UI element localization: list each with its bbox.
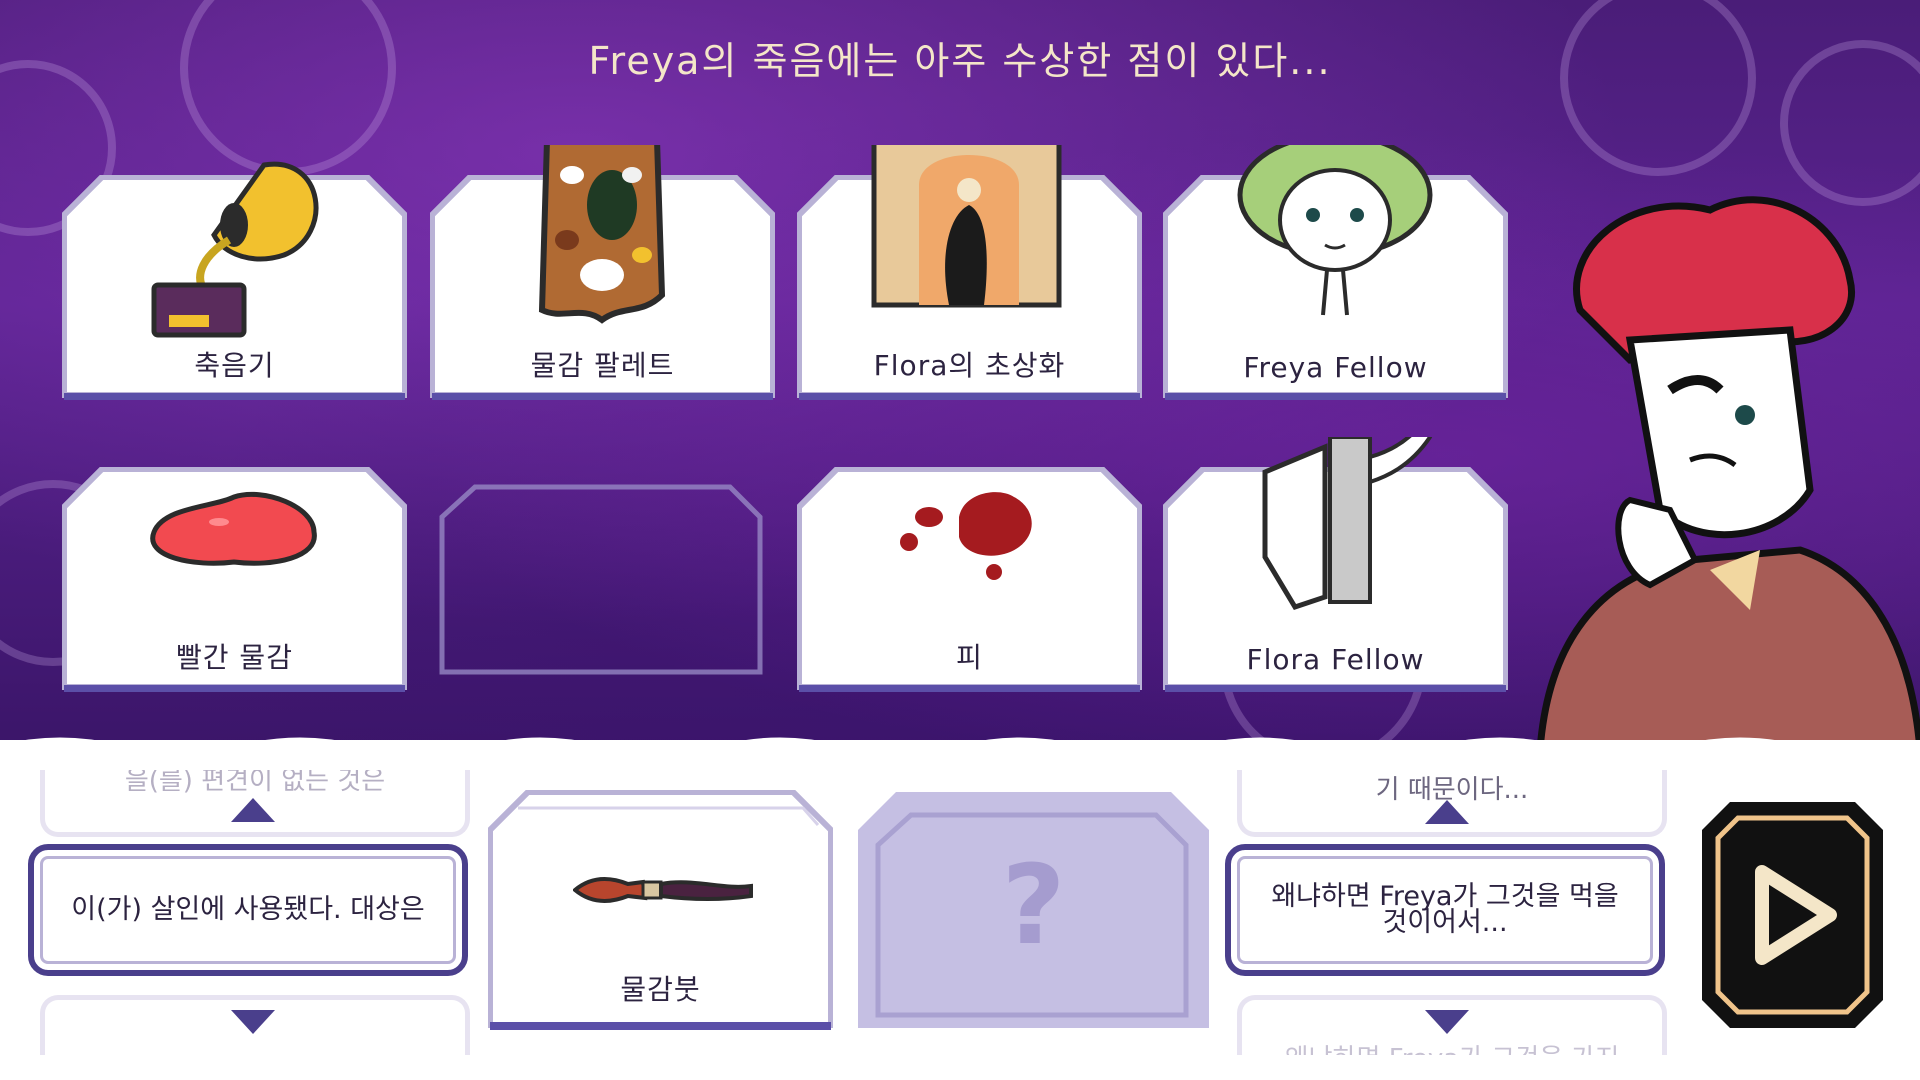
- freya-portrait-icon: [1237, 145, 1433, 316]
- evidence-card-label: Flora의 초상화: [873, 349, 1066, 382]
- evidence-card-red-paint[interactable]: 빨간 물감: [62, 467, 407, 692]
- evidence-card-label: Freya Fellow: [1243, 351, 1428, 384]
- evidence-card-empty-slot: [430, 467, 775, 692]
- submit-deduction-button[interactable]: [1700, 800, 1885, 1030]
- phrase-option-current[interactable]: 왜냐하면 Freya가 그것을 먹을 것이어서...: [1225, 844, 1665, 976]
- deduction-item-slot[interactable]: 물감붓: [488, 790, 833, 1030]
- flora-portrait-icon: [1262, 437, 1433, 611]
- scroll-down-arrow-icon[interactable]: [1425, 1010, 1469, 1034]
- evidence-card-label: 피: [956, 641, 983, 674]
- evidence-card-blood[interactable]: 피: [797, 467, 1142, 692]
- gramophone-icon: [151, 161, 319, 338]
- scroll-up-arrow-icon[interactable]: [1425, 800, 1469, 824]
- page-title: Freya의 죽음에는 아주 수상한 점이 있다...: [588, 39, 1332, 83]
- deduction-item-label: 물감붓: [620, 973, 701, 1006]
- detective-character: [1536, 196, 1920, 750]
- empty-deduction-slot[interactable]: ?: [856, 790, 1211, 1030]
- phrase-slot-4: 기 때문이다... 왜냐하면 Freya가 그것을 먹을 것이어서... 왜냐하…: [1225, 770, 1670, 1055]
- evidence-card-freya-fellow[interactable]: Freya Fellow: [1163, 145, 1508, 400]
- paintbrush-icon: [573, 877, 753, 903]
- blood-drops-icon: [900, 492, 1032, 580]
- play-icon: [1755, 865, 1837, 965]
- red-paint-puddle-icon: [150, 491, 317, 566]
- phrase-option-current[interactable]: 이(가) 살인에 사용됐다. 대상은: [28, 844, 468, 976]
- paint-palette-icon: [538, 145, 666, 324]
- phrase-slot-1: 을(를) 편견이 없는 것은 이(가) 살인에 사용됐다. 대상은: [28, 770, 473, 1055]
- evidence-card-label: 축음기: [194, 349, 275, 382]
- gear-decoration: [1560, 0, 1756, 176]
- portrait-painting-icon: [871, 145, 1062, 308]
- evidence-card-flora-portrait[interactable]: Flora의 초상화: [797, 145, 1142, 400]
- scroll-up-arrow-icon[interactable]: [231, 798, 275, 822]
- evidence-card-gramophone[interactable]: 축음기: [62, 161, 407, 400]
- evidence-card-flora-fellow[interactable]: Flora Fellow: [1163, 437, 1508, 692]
- evidence-card-label: 물감 팔레트: [530, 349, 675, 382]
- scroll-down-arrow-icon[interactable]: [231, 1010, 275, 1034]
- question-mark-icon: ?: [1001, 841, 1066, 969]
- evidence-card-paint-palette[interactable]: 물감 팔레트: [430, 145, 775, 400]
- evidence-card-label: Flora Fellow: [1246, 643, 1425, 676]
- evidence-card-label: 빨간 물감: [176, 641, 293, 674]
